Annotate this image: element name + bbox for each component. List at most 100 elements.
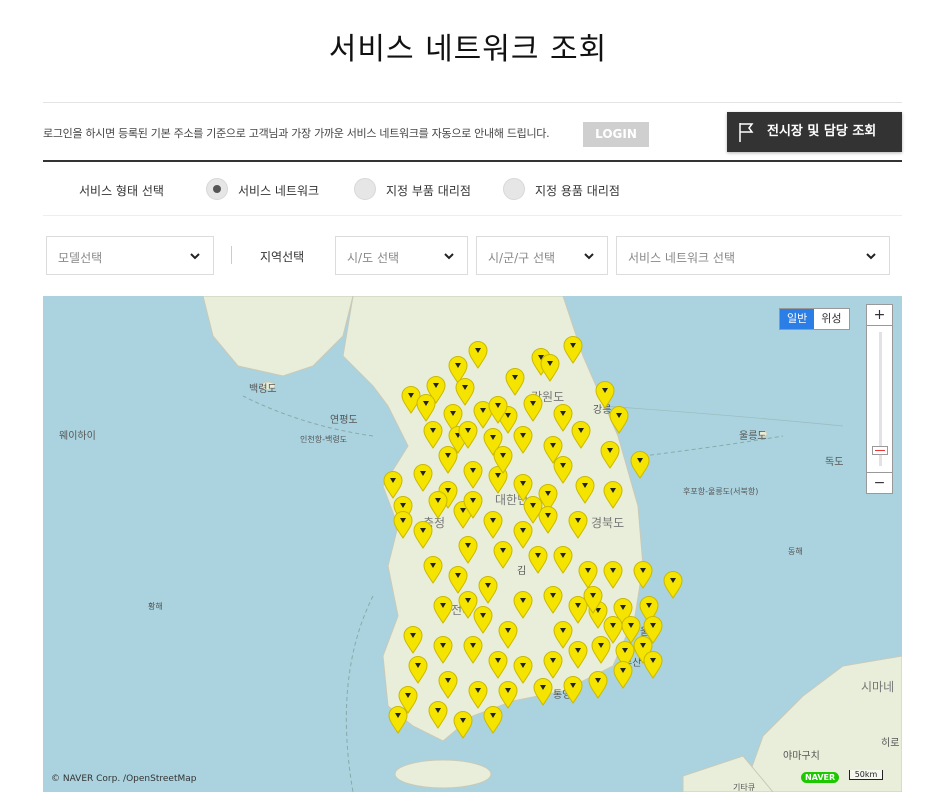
model-select[interactable]: 모델선택 [46,236,214,275]
service-location-pin-icon[interactable] [428,701,448,729]
service-location-pin-icon[interactable] [595,381,615,409]
service-location-pin-icon[interactable] [630,451,650,479]
filter-row: 모델선택 지역선택 시/도 선택 시/군/구 선택 서비스 네트워크 선택 [43,232,902,278]
service-location-pin-icon[interactable] [583,586,603,614]
service-location-pin-icon[interactable] [438,671,458,699]
map-type-normal[interactable]: 일반 [780,309,815,329]
service-location-pin-icon[interactable] [468,341,488,369]
service-location-pin-icon[interactable] [383,471,403,499]
service-location-pin-icon[interactable] [483,511,503,539]
place-label: 독도 [825,457,844,468]
service-location-pin-icon[interactable] [388,706,408,734]
service-location-pin-icon[interactable] [553,621,573,649]
zoom-in-button[interactable]: + [866,304,893,326]
service-location-pin-icon[interactable] [643,616,663,644]
login-button[interactable]: LOGIN [583,122,649,147]
service-location-pin-icon[interactable] [543,651,563,679]
service-location-pin-icon[interactable] [513,591,533,619]
service-location-pin-icon[interactable] [498,681,518,709]
service-location-pin-icon[interactable] [571,421,591,449]
service-location-pin-icon[interactable] [403,626,423,654]
chevron-down-icon [584,253,594,260]
service-location-pin-icon[interactable] [448,566,468,594]
service-location-pin-icon[interactable] [458,536,478,564]
login-message: 로그인을 하시면 등록된 기본 주소를 기준으로 고객님과 가장 가까운 서비스… [43,127,550,140]
service-location-pin-icon[interactable] [468,681,488,709]
service-location-pin-icon[interactable] [433,636,453,664]
service-location-pin-icon[interactable] [575,476,595,504]
service-location-pin-icon[interactable] [483,706,503,734]
network-select-value: 서비스 네트워크 선택 [628,251,735,265]
service-location-pin-icon[interactable] [463,461,483,489]
service-location-pin-icon[interactable] [433,596,453,624]
service-location-pin-icon[interactable] [498,621,518,649]
service-location-pin-icon[interactable] [553,456,573,484]
service-location-pin-icon[interactable] [423,421,443,449]
place-label: 인천항-백령도 [300,435,348,444]
place-label: 야마구치 [783,751,820,762]
service-location-pin-icon[interactable] [493,541,513,569]
service-location-pin-icon[interactable] [473,606,493,634]
service-location-pin-icon[interactable] [613,661,633,689]
service-location-pin-icon[interactable] [488,651,508,679]
service-location-pin-icon[interactable] [513,656,533,684]
service-location-pin-icon[interactable] [413,521,433,549]
service-location-pin-icon[interactable] [563,676,583,704]
service-location-pin-icon[interactable] [663,571,683,599]
network-select[interactable]: 서비스 네트워크 선택 [616,236,890,275]
place-label: 백령도 [249,384,277,395]
service-location-pin-icon[interactable] [540,354,560,382]
service-location-pin-icon[interactable] [603,561,623,589]
zoom-track[interactable] [866,326,893,472]
service-network-map[interactable]: 강원도 경북도 충청 백령도 연평도 웨이하이 울릉도 독도 인천항-백령도 후… [43,296,902,792]
service-location-pin-icon[interactable] [408,656,428,684]
map-copyright: © NAVER Corp. /OpenStreetMap [51,774,197,784]
map-type-satellite[interactable]: 위성 [814,309,848,329]
service-location-pin-icon[interactable] [528,546,548,574]
service-location-pin-icon[interactable] [643,651,663,679]
service-location-pin-icon[interactable] [568,511,588,539]
service-location-pin-icon[interactable] [478,576,498,604]
zoom-handle[interactable] [872,446,888,455]
service-location-pin-icon[interactable] [393,511,413,539]
service-location-pin-icon[interactable] [513,426,533,454]
service-location-pin-icon[interactable] [603,616,623,644]
service-location-pin-icon[interactable] [463,491,483,519]
service-location-pin-icon[interactable] [416,394,436,422]
service-location-pin-icon[interactable] [455,378,475,406]
chevron-down-icon [444,253,454,260]
service-location-pin-icon[interactable] [609,406,629,434]
service-location-pin-icon[interactable] [603,481,623,509]
service-location-pin-icon[interactable] [453,711,473,739]
service-location-pin-icon[interactable] [553,546,573,574]
place-label: 히로 [881,738,900,749]
service-location-pin-icon[interactable] [553,404,573,432]
region-label: 지역선택 [260,250,305,264]
sido-select[interactable]: 시/도 선택 [335,236,468,275]
service-location-pin-icon[interactable] [488,396,508,424]
dealer-lookup-button[interactable]: 전시장 및 담당 조회 [727,112,902,152]
service-location-pin-icon[interactable] [493,446,513,474]
radio-circle [503,178,525,200]
place-label: 경북도 [591,516,625,530]
chevron-down-icon [866,253,876,260]
service-location-pin-icon[interactable] [438,446,458,474]
service-location-pin-icon[interactable] [523,394,543,422]
service-location-pin-icon[interactable] [578,561,598,589]
service-location-pin-icon[interactable] [413,464,433,492]
service-location-pin-icon[interactable] [543,586,563,614]
zoom-out-button[interactable]: − [866,472,893,494]
service-location-pin-icon[interactable] [463,636,483,664]
service-location-pin-icon[interactable] [423,556,443,584]
service-location-pin-icon[interactable] [458,421,478,449]
sigungu-select[interactable]: 시/군/구 선택 [476,236,608,275]
service-location-pin-icon[interactable] [633,561,653,589]
service-location-pin-icon[interactable] [428,491,448,519]
service-location-pin-icon[interactable] [563,336,583,364]
service-location-pin-icon[interactable] [513,521,533,549]
service-location-pin-icon[interactable] [533,678,553,706]
service-location-pin-icon[interactable] [588,671,608,699]
service-location-pin-icon[interactable] [600,441,620,469]
service-location-pin-icon[interactable] [523,496,543,524]
service-location-pin-icon[interactable] [505,368,525,396]
